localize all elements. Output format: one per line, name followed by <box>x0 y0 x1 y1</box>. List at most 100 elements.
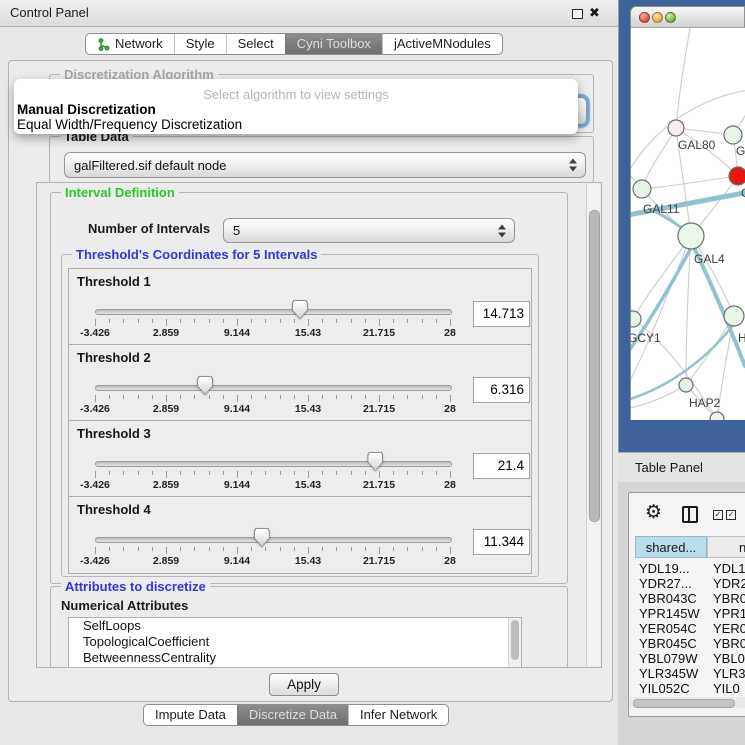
cell-shared-name: YDR27... <box>639 576 692 591</box>
tick-mark <box>280 471 281 475</box>
table-data-combobox[interactable]: galFiltered.sif default node <box>64 152 586 178</box>
tick-mark <box>351 547 352 551</box>
threshold-4-slider-knob[interactable] <box>254 528 270 547</box>
attribute-list-item[interactable]: TopologicalCoefficient <box>69 634 521 650</box>
tab-select[interactable]: Select <box>226 34 285 54</box>
threshold-2-slider-track[interactable] <box>95 385 452 391</box>
tick-mark <box>379 395 380 402</box>
tick-mark <box>336 319 337 323</box>
tick-mark <box>450 471 451 478</box>
network-node[interactable] <box>668 120 684 136</box>
network-node[interactable] <box>679 378 693 392</box>
table-horizontal-scrollbar[interactable] <box>629 697 745 708</box>
threshold-3-slider-knob[interactable] <box>367 452 383 471</box>
network-node-label: GA <box>736 144 745 158</box>
table-row[interactable]: YPR145WYPR1 <box>629 606 745 621</box>
network-node-label: H <box>738 331 745 345</box>
network-node-label: GAL11 <box>643 202 680 216</box>
table-row[interactable]: YBL079WYBL0 <box>629 651 745 666</box>
float-window-icon[interactable] <box>572 9 583 19</box>
popup-item-manual-discretization[interactable]: Manual Discretization <box>17 102 156 117</box>
tab-cyni-toolbox-label: Cyni Toolbox <box>297 34 371 54</box>
tick-label: 9.144 <box>224 403 250 415</box>
tab-discretize-data[interactable]: Discretize Data <box>237 705 348 725</box>
tick-label: 21.715 <box>363 327 395 339</box>
table-row[interactable]: YBR043CYBR0 <box>629 591 745 606</box>
attribute-list-item[interactable]: SelfLoops <box>69 618 521 634</box>
network-node[interactable] <box>724 306 744 326</box>
threshold-2-value-field[interactable]: 6.316 <box>473 377 530 403</box>
threshold-1-slider-knob[interactable] <box>292 300 308 319</box>
tick-mark <box>138 471 139 475</box>
tick-mark <box>223 319 224 323</box>
application-root: Control Panel ✖ Network Style Select Cyn… <box>0 0 745 745</box>
tab-impute-data[interactable]: Impute Data <box>144 705 237 725</box>
popup-item-equal-width-frequency[interactable]: Equal Width/Frequency Discretization <box>17 117 242 132</box>
table-row[interactable]: YDL19...YDL1 <box>629 561 745 576</box>
gear-icon[interactable]: ⚙ <box>645 501 662 524</box>
slider-ticks <box>95 319 450 327</box>
network-node-label: GCY1 <box>631 331 661 345</box>
cell-shared-name: YBR045C <box>639 636 697 651</box>
scrollbar-thumb[interactable] <box>633 699 735 708</box>
network-node[interactable] <box>724 126 742 144</box>
cell-shared-name: YBL079W <box>639 651 698 666</box>
checkbox-icon[interactable]: ✓ <box>726 510 736 520</box>
tick-mark <box>166 547 167 554</box>
column-header-shared[interactable]: shared... <box>635 536 707 558</box>
table-row[interactable]: YDR27...YDR2 <box>629 576 745 591</box>
column-header-name[interactable]: na <box>707 536 745 558</box>
table-row[interactable]: YLR345WYLR3 <box>629 666 745 681</box>
tick-mark <box>436 395 437 399</box>
tick-mark <box>223 471 224 475</box>
tick-mark <box>95 319 96 326</box>
network-node[interactable] <box>631 311 641 327</box>
settings-vertical-scrollbar[interactable] <box>586 184 600 666</box>
tab-style[interactable]: Style <box>174 34 226 54</box>
threshold-3-slider-track[interactable] <box>95 461 452 467</box>
threshold-1-slider-track[interactable] <box>95 309 452 315</box>
slider-tick-labels: -3.4262.8599.14415.4321.71528 <box>95 479 450 492</box>
network-canvas[interactable]: GAL80GACGAL11GAL4GCY1HHAP2 <box>630 28 745 420</box>
tab-cyni-toolbox[interactable]: Cyni Toolbox <box>285 34 382 54</box>
apply-button[interactable]: Apply <box>269 673 339 696</box>
checkbox-icon[interactable]: ✓ <box>713 510 723 520</box>
number-of-intervals-spinner[interactable]: 5 <box>223 218 515 243</box>
tab-infer-network[interactable]: Infer Network <box>348 705 448 725</box>
minimize-traffic-light-icon[interactable] <box>652 12 663 23</box>
tick-mark <box>422 319 423 323</box>
threshold-4-value-field[interactable]: 11.344 <box>473 529 530 555</box>
attribute-list-item[interactable]: BetweennessCentrality <box>69 650 521 666</box>
tick-mark <box>180 395 181 399</box>
attributes-list-scrollbar[interactable] <box>508 618 521 668</box>
table-row[interactable]: YIL052CYIL0 <box>629 681 745 696</box>
tab-jactivemnodules[interactable]: jActiveMNodules <box>382 34 502 54</box>
tick-mark <box>209 395 210 399</box>
threshold-4-slider-track[interactable] <box>95 537 452 543</box>
tick-mark <box>194 471 195 475</box>
threshold-1-value-field[interactable]: 14.713 <box>473 301 530 327</box>
tick-label: 28 <box>444 403 456 415</box>
tick-mark <box>407 395 408 399</box>
threshold-2-slider-knob[interactable] <box>197 376 213 395</box>
table-row[interactable]: YBR045CYBR0 <box>629 636 745 651</box>
scrollbar-thumb[interactable] <box>511 620 519 660</box>
tick-mark <box>138 319 139 323</box>
threshold-3-value-field[interactable]: 21.4 <box>473 453 530 479</box>
tick-mark <box>308 471 309 478</box>
slider-ticks <box>95 395 450 403</box>
network-node[interactable] <box>633 180 651 198</box>
tab-network[interactable]: Network <box>86 34 174 54</box>
network-node[interactable] <box>710 412 724 420</box>
tick-mark <box>436 471 437 475</box>
table-row[interactable]: YER054CYER0 <box>629 621 745 636</box>
zoom-traffic-light-icon[interactable] <box>665 12 676 23</box>
scrollbar-thumb[interactable] <box>589 210 600 522</box>
slider-ticks <box>95 471 450 479</box>
close-icon[interactable]: ✖ <box>589 5 600 21</box>
network-node[interactable] <box>678 223 704 249</box>
network-node[interactable] <box>729 167 745 185</box>
close-traffic-light-icon[interactable] <box>639 12 650 23</box>
tick-mark <box>393 471 394 475</box>
split-columns-icon[interactable] <box>682 506 698 523</box>
